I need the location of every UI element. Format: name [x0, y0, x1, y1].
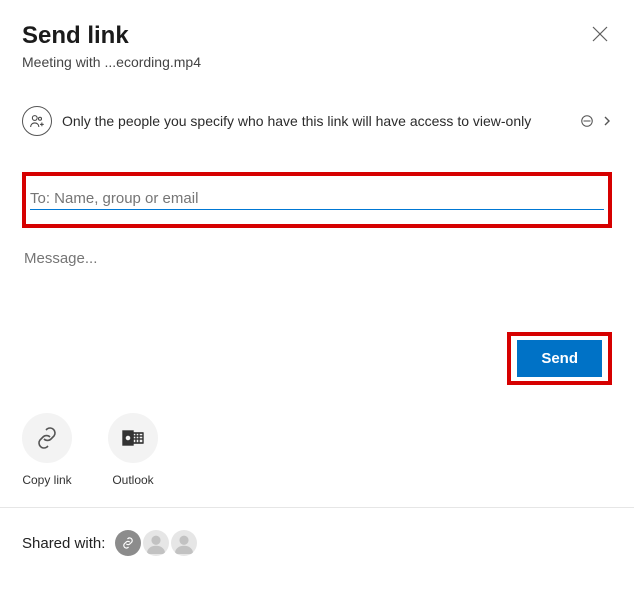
send-button[interactable]: Send	[517, 340, 602, 377]
file-name: Meeting with ...ecording.mp4	[22, 54, 201, 70]
copy-link-label: Copy link	[22, 473, 71, 487]
message-input[interactable]	[22, 250, 612, 267]
outlook-button[interactable]: Outlook	[108, 413, 158, 487]
person-avatar-icon	[143, 530, 169, 556]
page-title: Send link	[22, 22, 201, 50]
chevron-right-icon	[602, 116, 612, 126]
people-icon	[22, 106, 52, 136]
send-button-highlight: Send	[507, 332, 612, 385]
shared-with-label: Shared with:	[22, 535, 105, 552]
deny-icon	[580, 114, 594, 128]
outlook-label: Outlook	[112, 473, 153, 487]
recipients-input[interactable]	[30, 188, 604, 210]
outlook-icon	[121, 426, 145, 450]
permission-row[interactable]: Only the people you specify who have thi…	[22, 106, 612, 136]
link-icon	[35, 426, 59, 450]
close-icon	[592, 26, 608, 42]
copy-link-button[interactable]: Copy link	[22, 413, 72, 487]
permission-text: Only the people you specify who have thi…	[62, 113, 568, 129]
shared-with-avatars[interactable]	[115, 530, 197, 556]
to-field-highlight	[22, 172, 612, 228]
link-avatar-icon	[115, 530, 141, 556]
person-avatar-icon	[171, 530, 197, 556]
close-button[interactable]	[588, 22, 612, 46]
